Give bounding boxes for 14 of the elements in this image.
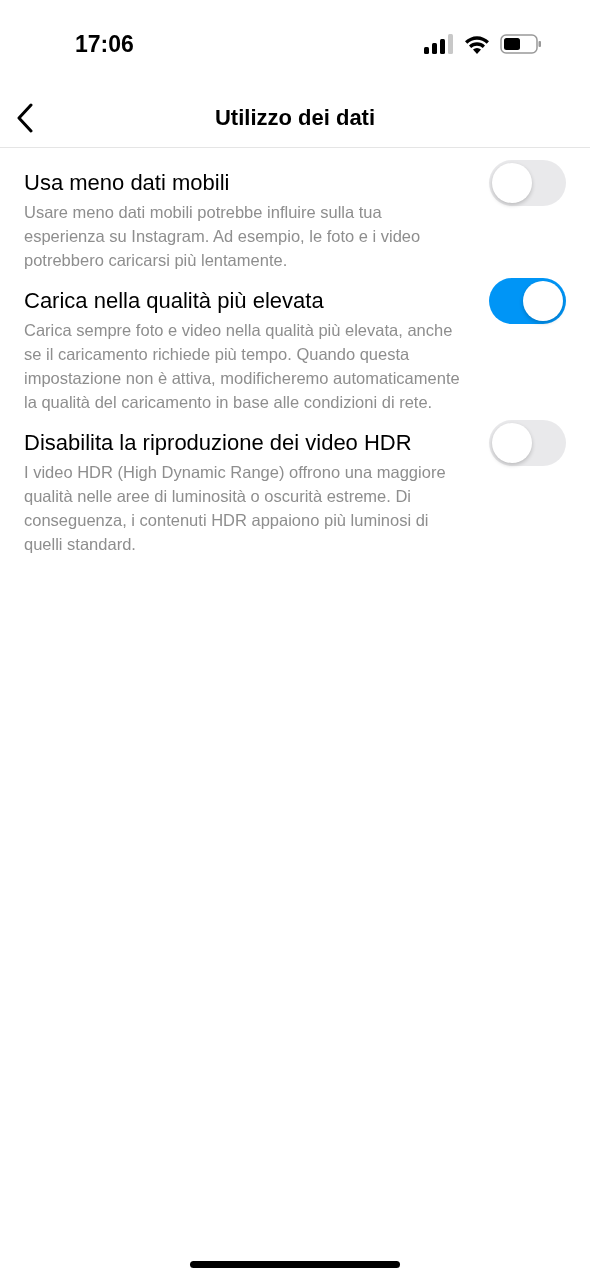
page-title: Utilizzo dei dati <box>214 104 376 132</box>
setting-title: Usa meno dati mobili <box>24 169 231 197</box>
setting-description: Usare meno dati mobili potrebbe influire sulla tua esperienza su Instagram. Ad esempio, le foto e i video potrebbero caricarsi più lentamente. <box>24 202 422 271</box>
toggle-switch[interactable] <box>489 278 566 324</box>
setting-title: Carica nella qualità più elevata <box>24 287 325 315</box>
toggle-switch[interactable] <box>489 420 566 466</box>
setting-description: Carica sempre foto e video nella qualità più elevata, anche se il caricamento richiede più tempo. Quando questa impostazione non è attiva, modificheremo automaticamente la qualità del caricamento in base alle condizioni di rete. <box>24 320 461 413</box>
battery-icon <box>500 34 542 54</box>
setting-title: Disabilita la riproduzione dei video HDR <box>24 429 413 457</box>
signal-icon <box>424 34 454 54</box>
status-time: 17:06 <box>75 29 134 59</box>
toggle-switch[interactable] <box>489 160 566 206</box>
wifi-icon <box>464 34 490 54</box>
setting-description: I video HDR (High Dynamic Range) offrono una maggiore qualità nelle aree di luminosità o oscurità estreme. Di conseguenza, i contenuti HDR appaiono più luminosi di quelli standard. <box>24 462 447 555</box>
